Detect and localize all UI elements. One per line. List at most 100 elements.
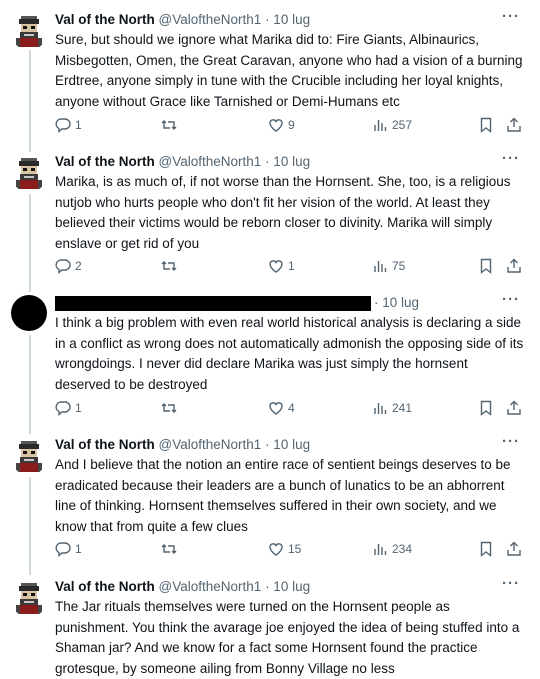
- like-button[interactable]: 15: [268, 540, 301, 558]
- author-handle[interactable]: @ValoftheNorth1: [159, 154, 262, 169]
- share-icon: [507, 400, 521, 415]
- share-icon: [507, 541, 521, 556]
- reply-count: 1: [75, 401, 82, 415]
- view-count: 234: [392, 542, 413, 556]
- author-name[interactable]: Val of the North: [55, 579, 155, 594]
- share-icon: [507, 258, 521, 273]
- avatar[interactable]: [10, 579, 48, 617]
- share-button[interactable]: [506, 399, 522, 417]
- bookmark-icon: [480, 117, 492, 133]
- pixel-viking-avatar-icon: [16, 441, 42, 472]
- heart-icon: [269, 543, 283, 556]
- view-count: 241: [392, 401, 413, 415]
- retweet-icon: [161, 403, 177, 413]
- views-button[interactable]: 234: [372, 540, 412, 558]
- timestamp[interactable]: · 10 lug: [265, 12, 310, 27]
- retweet-button[interactable]: [161, 257, 181, 275]
- reply-count: 2: [75, 259, 82, 273]
- heart-icon: [269, 402, 283, 415]
- bookmark-button[interactable]: [478, 116, 494, 134]
- tweet[interactable]: · 10 lug ··· I think a big problem with …: [0, 292, 540, 423]
- tweet[interactable]: Val of the North @ValoftheNorth1 · 10 lu…: [0, 576, 540, 676]
- author-name[interactable]: Val of the North: [55, 12, 155, 27]
- tweet-text: And I believe that the notion an entire …: [55, 457, 511, 534]
- timestamp[interactable]: · 10 lug: [265, 437, 310, 452]
- bookmark-button[interactable]: [478, 257, 494, 275]
- share-icon: [507, 117, 521, 132]
- author-name[interactable]: Val of the North: [55, 154, 155, 169]
- share-button[interactable]: [506, 540, 522, 558]
- pixel-viking-avatar-icon: [16, 158, 42, 189]
- share-button[interactable]: [506, 257, 522, 275]
- timestamp[interactable]: · 10 lug: [265, 579, 310, 594]
- share-button[interactable]: [506, 116, 522, 134]
- reply-count: 1: [75, 542, 82, 556]
- tweet[interactable]: Val of the North @ValoftheNorth1 · 10 lu…: [0, 151, 540, 282]
- tweet[interactable]: Val of the North @ValoftheNorth1 · 10 lu…: [0, 434, 540, 565]
- reply-icon: [55, 542, 71, 557]
- action-bar: 1 15 234: [55, 540, 525, 558]
- view-count: 75: [392, 259, 406, 273]
- reply-button[interactable]: 1: [55, 540, 82, 558]
- views-button[interactable]: 241: [372, 399, 412, 417]
- pixel-viking-avatar-icon: [16, 16, 42, 47]
- more-options-icon[interactable]: ···: [502, 151, 520, 172]
- avatar[interactable]: [11, 295, 47, 331]
- action-bar: 1 4 241: [55, 399, 525, 417]
- action-bar: 2 1 75: [55, 257, 525, 275]
- like-count: 15: [288, 542, 302, 556]
- retweet-button[interactable]: [161, 399, 181, 417]
- reply-icon: [55, 401, 71, 416]
- reply-count: 1: [75, 118, 82, 132]
- like-button[interactable]: 4: [268, 399, 295, 417]
- heart-icon: [269, 260, 283, 273]
- retweet-button[interactable]: [161, 540, 181, 558]
- reply-button[interactable]: 1: [55, 116, 82, 134]
- author-name[interactable]: Val of the North: [55, 437, 155, 452]
- views-button[interactable]: 257: [372, 116, 412, 134]
- heart-icon: [269, 119, 283, 132]
- bookmark-button[interactable]: [478, 540, 494, 558]
- views-chart-icon: [374, 261, 387, 272]
- like-button[interactable]: 9: [268, 116, 295, 134]
- more-options-icon[interactable]: ···: [502, 434, 520, 455]
- views-chart-icon: [374, 403, 387, 414]
- view-count: 257: [392, 118, 413, 132]
- action-bar: 1 9 257: [55, 116, 525, 134]
- bookmark-icon: [480, 258, 492, 274]
- avatar[interactable]: [10, 437, 48, 475]
- tweet-text: I think a big problem with even real wor…: [55, 315, 524, 392]
- pixel-viking-avatar-icon: [16, 583, 42, 614]
- like-count: 1: [288, 259, 295, 273]
- more-options-icon[interactable]: ···: [502, 292, 520, 313]
- more-options-icon[interactable]: ···: [502, 576, 520, 597]
- like-button[interactable]: 1: [268, 257, 295, 275]
- reply-icon: [55, 259, 71, 274]
- reply-button[interactable]: 1: [55, 399, 82, 417]
- retweet-icon: [161, 120, 177, 130]
- tweet-text: Marika, is as much of, if not worse than…: [55, 174, 511, 251]
- author-handle[interactable]: @ValoftheNorth1: [159, 12, 262, 27]
- views-chart-icon: [374, 120, 387, 131]
- bookmark-icon: [480, 541, 492, 557]
- retweet-icon: [161, 544, 177, 554]
- retweet-icon: [161, 261, 177, 271]
- retweet-button[interactable]: [161, 116, 181, 134]
- timestamp[interactable]: · 10 lug: [265, 154, 310, 169]
- author-handle[interactable]: @ValoftheNorth1: [159, 437, 262, 452]
- author-handle[interactable]: @ValoftheNorth1: [159, 579, 262, 594]
- avatar[interactable]: [10, 12, 48, 50]
- reply-button[interactable]: 2: [55, 257, 82, 275]
- views-chart-icon: [374, 544, 387, 555]
- bookmark-button[interactable]: [478, 399, 494, 417]
- like-count: 4: [288, 401, 295, 415]
- views-button[interactable]: 75: [372, 257, 405, 275]
- tweet-text: The Jar rituals themselves were turned o…: [55, 599, 520, 676]
- like-count: 9: [288, 118, 295, 132]
- more-options-icon[interactable]: ···: [502, 9, 520, 30]
- redacted-author: [55, 295, 371, 311]
- tweet[interactable]: Val of the North @ValoftheNorth1 · 10 lu…: [0, 9, 540, 140]
- timestamp[interactable]: · 10 lug: [374, 295, 419, 310]
- avatar[interactable]: [10, 154, 48, 192]
- reply-icon: [55, 118, 71, 133]
